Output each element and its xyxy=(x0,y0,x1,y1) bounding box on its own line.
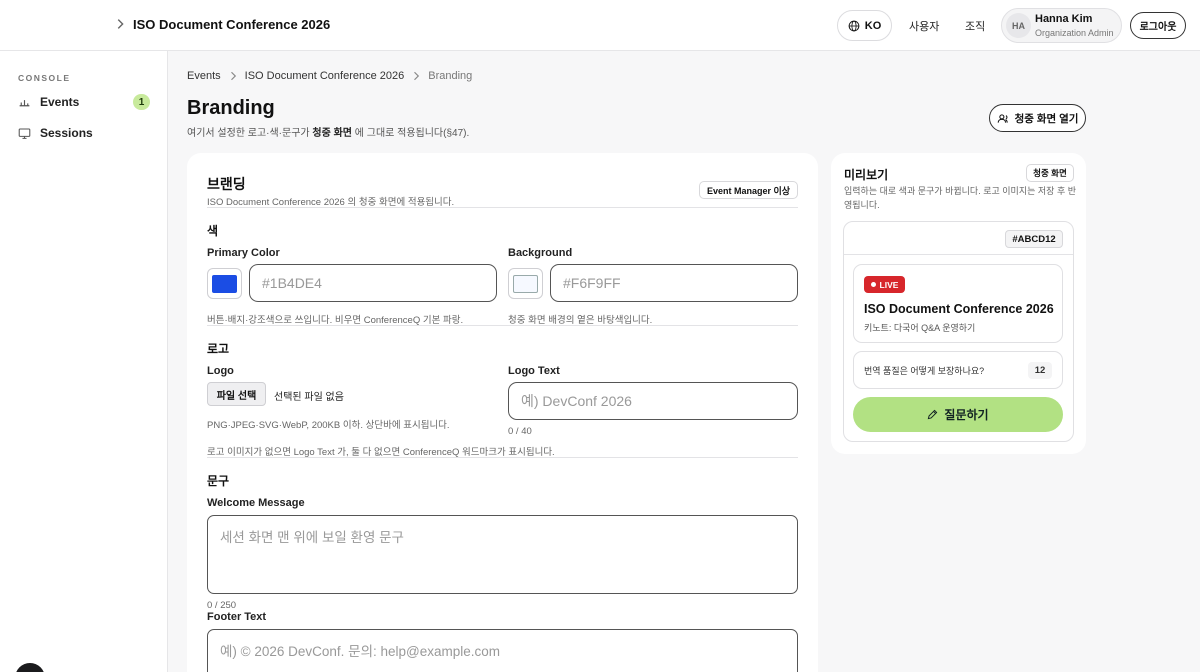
welcome-message-input[interactable] xyxy=(207,515,798,594)
sidebar-item-label: Events xyxy=(40,95,80,109)
events-icon xyxy=(19,99,30,106)
divider xyxy=(207,325,798,326)
language-toggle[interactable]: KO xyxy=(837,10,892,41)
preview-chip: 청중 화면 xyxy=(1026,164,1074,182)
color-chip: #ABCD12 xyxy=(1005,230,1063,248)
logo-label: Logo xyxy=(207,365,234,377)
user-menu[interactable]: HA Hanna Kim Organization Admin xyxy=(1001,8,1122,43)
question-text: 번역 품질은 어떻게 보장하나요? xyxy=(864,366,985,376)
question-count: 12 xyxy=(1028,362,1052,379)
preview-title: 미리보기 xyxy=(844,168,889,182)
form-subtitle: ISO Document Conference 2026 의 청중 화면에 적용… xyxy=(207,197,455,208)
primary-color-input[interactable] xyxy=(249,264,497,302)
audience-icon xyxy=(997,113,1008,123)
section-copy-title: 문구 xyxy=(207,474,230,488)
page-title: Branding xyxy=(187,97,275,119)
sidebar-item-events[interactable]: Events 1 xyxy=(18,91,152,113)
section-color-title: 색 xyxy=(207,224,219,238)
footer-text-label: Footer Text xyxy=(207,611,267,623)
role-chip: Event Manager 이상 xyxy=(699,181,798,199)
sidebar: CONSOLE Events 1 Sessions xyxy=(0,51,168,672)
user-role: Organization Admin xyxy=(1035,28,1114,38)
logo-text-counter: 0 / 40 xyxy=(508,426,532,437)
user-name: Hanna Kim xyxy=(1035,13,1093,25)
sidebar-item-sessions[interactable]: Sessions xyxy=(18,122,152,144)
open-audience-screen-button[interactable]: 청중 화면 열기 xyxy=(989,104,1086,132)
logo-text-label: Logo Text xyxy=(508,365,560,377)
background-hint: 청중 화면 배경의 옅은 바탕색입니다. xyxy=(508,315,653,326)
file-status: 선택된 파일 없음 xyxy=(274,392,344,403)
monitor-icon xyxy=(18,128,31,139)
language-label: KO xyxy=(864,19,882,32)
count-badge: 1 xyxy=(133,94,150,110)
ask-question-button[interactable]: 질문하기 xyxy=(853,397,1063,432)
form-title: 브랜딩 xyxy=(207,176,246,192)
chevron-right-icon xyxy=(414,71,420,81)
primary-color-hint: 버튼·배지·강조색으로 쓰입니다. 비우면 ConferenceQ 기본 파랑. xyxy=(207,315,464,326)
breadcrumb-event[interactable]: ISO Document Conference 2026 xyxy=(245,70,405,82)
preview-header: #ABCD12 xyxy=(844,222,1073,255)
welcome-message-counter: 0 / 250 xyxy=(207,600,237,611)
breadcrumb: Events ISO Document Conference 2026 Bran… xyxy=(187,70,472,82)
primary-color-label: Primary Color xyxy=(207,247,280,259)
question-item[interactable]: 번역 품질은 어떻게 보장하나요? 12 xyxy=(853,351,1063,389)
logout-button[interactable]: 로그아웃 xyxy=(1130,12,1186,39)
avatar: HA xyxy=(1006,13,1031,38)
top-bar: ISO Document Conference 2026 KO 사용자 조직 H… xyxy=(0,0,1200,51)
background-color-input[interactable] xyxy=(550,264,798,302)
nav-users[interactable]: 사용자 xyxy=(909,18,939,34)
pencil-icon xyxy=(928,409,938,420)
divider xyxy=(207,457,798,458)
preview-card: 미리보기 청중 화면 입력하는 대로 색과 문구가 바뀝니다. 로고 이미지는 … xyxy=(831,153,1086,454)
live-dot-icon xyxy=(870,282,876,287)
event-card: LIVE ISO Document Conference 2026 키노트: 다… xyxy=(853,264,1063,343)
nav-organization[interactable]: 조직 xyxy=(965,18,985,34)
branding-form-card: 브랜딩 ISO Document Conference 2026 의 청중 화면… xyxy=(187,153,818,672)
chevron-right-icon[interactable] xyxy=(113,17,127,31)
live-badge: LIVE xyxy=(864,276,905,293)
logo-hint: PNG·JPEG·SVG·WebP, 200KB 이하. 상단바에 표시됩니다. xyxy=(207,420,450,431)
logo-fallback-note: 로고 이미지가 없으면 Logo Text 가, 둘 다 없으면 Confere… xyxy=(207,447,555,458)
event-title: ISO Document Conference 2026 xyxy=(864,302,1054,316)
preview-description: 입력하는 대로 색과 문구가 바뀝니다. 로고 이미지는 저장 후 반영됩니다. xyxy=(844,186,1077,210)
divider xyxy=(207,207,798,208)
sidebar-item-label: Sessions xyxy=(40,126,93,140)
background-color-picker[interactable] xyxy=(508,268,543,299)
file-select-button[interactable]: 파일 선택 xyxy=(207,382,266,406)
welcome-message-label: Welcome Message xyxy=(207,497,305,509)
primary-color-picker[interactable] xyxy=(207,268,242,299)
event-subtitle: 키노트: 다국어 Q&A 운영하기 xyxy=(864,323,976,333)
footer-text-input[interactable] xyxy=(207,629,798,672)
audience-screen-preview: #ABCD12 LIVE ISO Document Conference 202… xyxy=(843,221,1074,442)
chevron-right-icon xyxy=(230,71,236,81)
app-title: ISO Document Conference 2026 xyxy=(133,17,331,32)
background-label: Background xyxy=(508,247,573,259)
section-logo-title: 로고 xyxy=(207,342,230,356)
logo-text-input[interactable] xyxy=(508,382,798,420)
globe-icon xyxy=(848,20,860,31)
page-subtitle: 여기서 설정한 로고·색·문구가 청중 화면 에 그대로 적용됩니다(§47). xyxy=(187,128,470,139)
breadcrumb-current: Branding xyxy=(428,70,473,82)
breadcrumb-events[interactable]: Events xyxy=(187,70,221,82)
sidebar-section-title: CONSOLE xyxy=(18,73,71,83)
